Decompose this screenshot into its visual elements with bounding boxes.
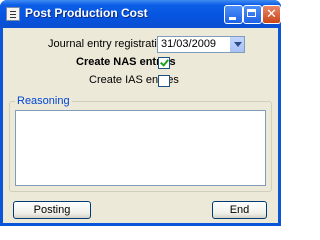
minimize-button[interactable] [224, 5, 243, 24]
close-button[interactable]: ✕ [262, 5, 281, 24]
end-button[interactable]: End [212, 201, 267, 219]
dialog-body: Journal entry registration day 31/03/200… [3, 28, 278, 223]
window-frame-bottom [0, 223, 281, 226]
close-icon: ✕ [266, 7, 277, 22]
ias-entries-checkbox[interactable] [158, 75, 170, 87]
journal-date-picker[interactable]: 31/03/2009 [157, 36, 245, 53]
reasoning-group: Reasoning [9, 95, 272, 192]
window-frame-right [278, 28, 281, 226]
title-bar[interactable]: Post Production Cost ✕ [0, 0, 281, 28]
window-title: Post Production Cost [25, 6, 148, 20]
chevron-down-icon[interactable] [229, 37, 244, 52]
reasoning-legend: Reasoning [15, 95, 72, 107]
posting-button[interactable]: Posting [13, 201, 91, 219]
reasoning-textarea[interactable] [15, 110, 266, 186]
window-frame-left [0, 28, 3, 226]
nas-entries-checkbox[interactable] [158, 57, 170, 69]
maximize-button[interactable] [243, 5, 262, 24]
journal-date-value: 31/03/2009 [161, 38, 217, 50]
document-icon [6, 7, 20, 21]
window: Post Production Cost ✕ Journal entry reg… [0, 0, 281, 226]
